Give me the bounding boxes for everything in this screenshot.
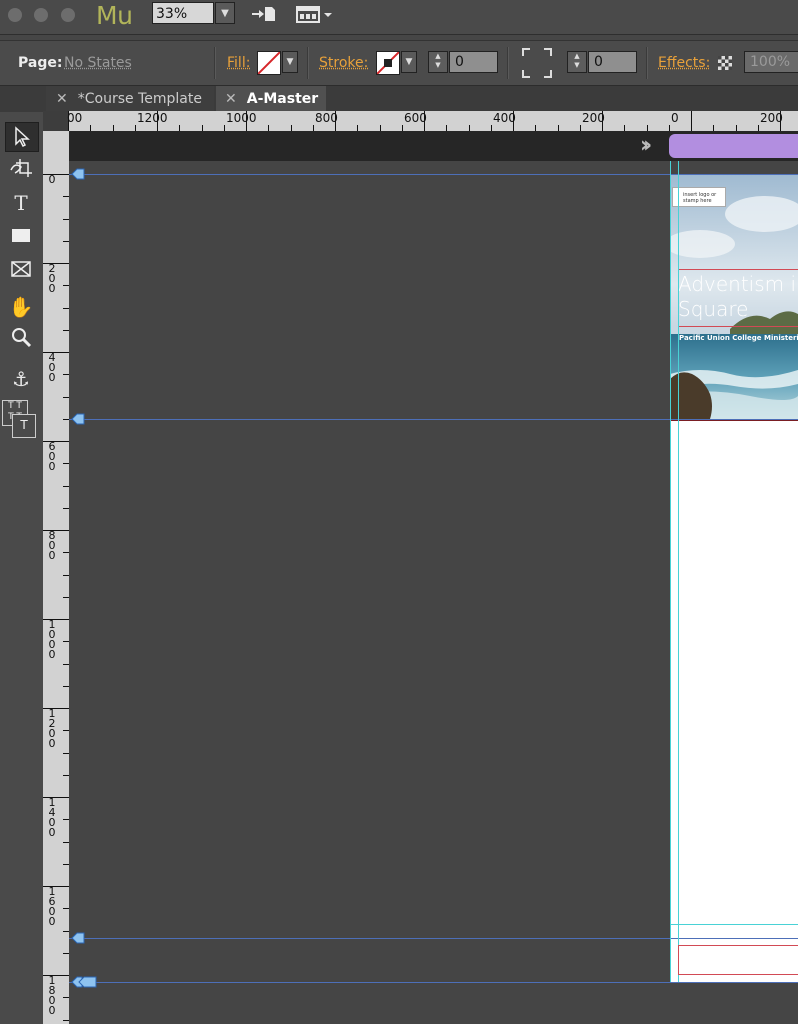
effects-label[interactable]: Effects: [658, 55, 710, 71]
ruler-tick [43, 708, 69, 709]
rectangle-tool[interactable] [5, 223, 37, 251]
ruler-tick [246, 111, 247, 131]
fill-swatch[interactable] [257, 51, 281, 75]
control-bar: Page: No States Fill: ▼ Stroke: ▼ ▲ ▼ 0 ▲… [0, 40, 798, 86]
close-tab-icon[interactable]: ✕ [56, 91, 68, 107]
ruler-label: 0 [671, 111, 679, 125]
guide-line[interactable] [69, 174, 798, 175]
tab-course-template[interactable]: ✕ *Course Template [46, 86, 214, 112]
hero-title[interactable]: Adventism in Square [678, 272, 798, 322]
ruler-tick [43, 352, 69, 353]
footer-pin-icon[interactable] [71, 932, 85, 944]
tools-panel: ›› T ✋ ⚓ T TT T T [0, 86, 44, 1024]
ruler-label: 0 [48, 173, 56, 186]
ruler-label: 200 [48, 262, 56, 295]
scroll-right-icon[interactable]: ›› [640, 133, 652, 158]
ruler-label: 00 [67, 111, 83, 125]
ruler-label: 1200 [137, 111, 168, 125]
ruler-tick [780, 111, 781, 131]
zoom-level-field[interactable]: 33% [152, 2, 214, 24]
ruler-tick [43, 886, 69, 887]
text-frame-tool-alt[interactable]: T [12, 414, 36, 438]
ruler-tick [43, 797, 69, 798]
ruler-tick [602, 111, 603, 131]
ruler-tick [335, 111, 336, 131]
close-tab-icon[interactable]: ✕ [225, 91, 237, 107]
rectangle-frame-tool[interactable] [5, 257, 37, 285]
ruler-tick [157, 111, 158, 131]
ruler-label: 1600 [48, 885, 56, 928]
fill-dropdown-button[interactable]: ▼ [282, 51, 298, 73]
title-bar: Mu 33% ▼ [0, 0, 798, 35]
ruler-tick [43, 174, 69, 175]
corner-radius-field[interactable]: 0 [588, 51, 637, 73]
tab-a-master[interactable]: ✕ A-Master [216, 86, 326, 112]
page-state-link[interactable]: No States [64, 55, 132, 71]
import-place-icon[interactable] [250, 5, 276, 23]
browser-width-bar[interactable] [669, 134, 798, 158]
ruler-tick [424, 111, 425, 131]
logo-placeholder[interactable]: insert logo or stamp here [672, 187, 726, 207]
ruler-label: 400 [48, 351, 56, 384]
app-logo: Mu [96, 1, 133, 30]
guide-line[interactable] [678, 161, 679, 982]
ruler-tick [513, 111, 514, 131]
ruler-label: 800 [48, 529, 56, 562]
stroke-width-field[interactable]: 0 [449, 51, 498, 73]
ruler-tick [68, 111, 69, 131]
ruler-tick [43, 530, 69, 531]
stroke-width-stepper[interactable]: ▲ ▼ [428, 51, 448, 73]
stroke-label[interactable]: Stroke: [319, 55, 368, 71]
zoom-tool[interactable] [5, 326, 37, 354]
hand-tool[interactable]: ✋ [5, 293, 37, 321]
close-window-button[interactable] [8, 8, 22, 22]
preview-menu-icon[interactable] [296, 4, 336, 24]
minimize-window-button[interactable] [34, 8, 48, 22]
ruler-tick [43, 619, 69, 620]
vertical-ruler[interactable]: 0 200 400 600 800 1000 1200 1400 1600 18… [43, 131, 70, 1024]
ruler-tick [43, 263, 69, 264]
zoom-window-button[interactable] [61, 8, 75, 22]
design-canvas[interactable]: ›› insert logo or stamp here Adventism i… [69, 131, 798, 1024]
ruler-label: 1400 [48, 796, 56, 839]
corner-options-icon[interactable] [521, 47, 553, 79]
guide-line[interactable] [69, 938, 798, 939]
guide-line[interactable] [670, 924, 798, 925]
ruler-label: 1200 [48, 707, 56, 750]
guide-line[interactable] [670, 161, 671, 982]
horizontal-ruler[interactable]: 00 1200 1000 800 600 400 200 0 200 [67, 111, 798, 132]
zoom-dropdown-button[interactable]: ▼ [215, 2, 235, 24]
ruler-tick [691, 111, 692, 131]
header-pin-icon[interactable] [71, 413, 85, 425]
stroke-dropdown-button[interactable]: ▼ [401, 51, 417, 73]
ruler-label: 1000 [226, 111, 257, 125]
effects-checkerboard-icon[interactable] [718, 56, 732, 70]
footer-text[interactable]: When you have completed this module, ple… [681, 950, 796, 977]
ruler-label: 1800 [48, 974, 56, 1017]
browser-header-bar: ›› [69, 131, 798, 161]
ruler-tick [43, 441, 69, 442]
text-tool[interactable]: T [5, 189, 37, 217]
fill-label[interactable]: Fill: [227, 55, 250, 71]
guide-line[interactable] [69, 419, 798, 420]
corner-radius-stepper[interactable]: ▲ ▼ [567, 51, 587, 73]
ruler-label: 600 [48, 440, 56, 473]
hero-subtitle[interactable]: Pacific Union College Ministerial Me [679, 334, 798, 342]
opacity-field[interactable]: 100% [744, 51, 798, 73]
page-bottom-pin-icon[interactable] [71, 976, 97, 988]
guide-line[interactable] [69, 982, 798, 983]
stroke-swatch[interactable] [376, 51, 400, 75]
anchor-tool[interactable]: ⚓ [5, 365, 37, 393]
crop-tool[interactable] [5, 156, 37, 184]
document-tabs: ✕ *Course Template ✕ A-Master [0, 86, 798, 112]
ruler-label: 1000 [48, 618, 56, 661]
page-label: Page: [18, 55, 63, 71]
selection-tool[interactable] [5, 122, 39, 152]
header-pin-icon[interactable] [71, 168, 85, 180]
ruler-tick [43, 975, 69, 976]
